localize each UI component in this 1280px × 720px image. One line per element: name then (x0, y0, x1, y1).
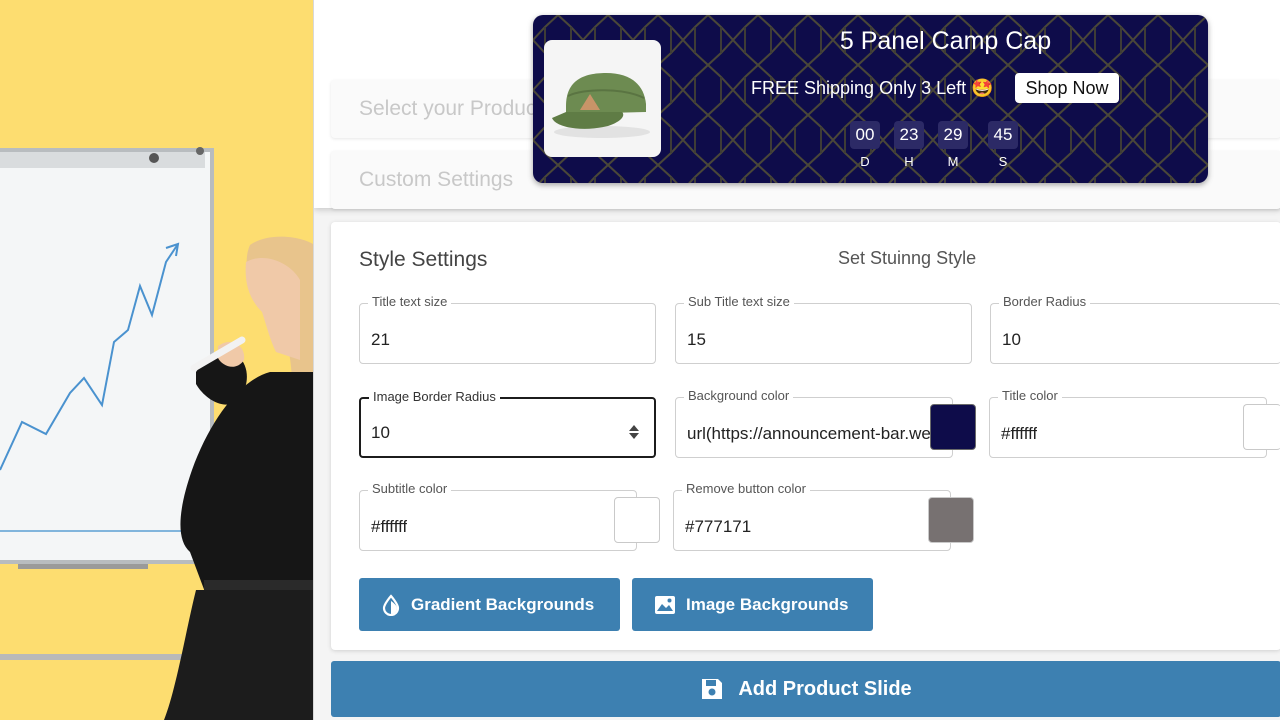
timer-hours-value: 23 (894, 121, 924, 149)
preview-subtitle: FREE Shipping Only 3 Left 🤩 (751, 78, 994, 98)
preview-card: Select your Product Custom Settings 5 Pa… (314, 0, 1280, 209)
add-product-slide-label: Add Product Slide (738, 677, 912, 700)
shop-now-button[interactable]: Shop Now (1015, 73, 1119, 103)
add-product-slide-button[interactable]: Add Product Slide (331, 661, 1280, 717)
gradient-backgrounds-label: Gradient Backgrounds (411, 594, 595, 614)
subtitle-text-size-field[interactable]: Sub Title text size 15 (675, 294, 972, 364)
woman-at-whiteboard-image (0, 147, 313, 720)
title-color-field[interactable]: Title color #ffffff (989, 388, 1267, 458)
image-icon (654, 595, 676, 615)
preview-title: 5 Panel Camp Cap (839, 27, 1052, 55)
title-color-label: Title color (998, 388, 1062, 403)
style-settings-subheading: Set Stuinng Style (838, 248, 977, 268)
timer-seconds-label: S (998, 154, 1008, 169)
stepper-arrows-icon[interactable] (628, 424, 640, 440)
select-product-label: Select your Product (359, 97, 543, 120)
remove-button-color-label: Remove button color (682, 481, 810, 496)
border-radius-field[interactable]: Border Radius 10 (990, 294, 1280, 364)
gradient-backgrounds-button[interactable]: Gradient Backgrounds (359, 578, 620, 631)
background-color-field[interactable]: Background color url(https://announcemen… (675, 388, 953, 458)
title-color-swatch[interactable] (1243, 404, 1280, 450)
floppy-disk-icon (700, 677, 724, 701)
droplet-icon (381, 593, 401, 616)
timer-days-value: 00 (850, 121, 880, 149)
style-settings-heading: Style Settings (359, 248, 488, 271)
title-text-size-field[interactable]: Title text size 21 (359, 294, 656, 364)
style-settings-card: Style Settings Set Stuinng Style Title t… (331, 222, 1280, 650)
camp-cap-image (552, 73, 650, 138)
remove-button-color-field[interactable]: Remove button color #777171 (673, 481, 951, 551)
subtitle-text-size-label: Sub Title text size (684, 294, 794, 309)
subtitle-color-swatch[interactable] (614, 497, 660, 543)
timer-minutes-value: 29 (938, 121, 968, 149)
image-backgrounds-button[interactable]: Image Backgrounds (632, 578, 873, 631)
background-color-swatch[interactable] (930, 404, 976, 450)
app-panel: Select your Product Custom Settings 5 Pa… (313, 0, 1280, 720)
custom-settings-label: Custom Settings (359, 168, 514, 191)
subtitle-color-label: Subtitle color (368, 481, 452, 496)
image-border-radius-field[interactable]: Image Border Radius 10 (359, 389, 656, 458)
background-color-label: Background color (684, 388, 794, 403)
title-color-value: #ffffff (1001, 424, 1038, 443)
image-border-radius-value: 10 (371, 423, 390, 442)
timer-hours-label: H (904, 154, 914, 169)
background-color-value: url(https://announcement-bar.webpro (687, 424, 933, 443)
title-text-size-value: 21 (371, 330, 390, 349)
title-text-size-label: Title text size (368, 294, 452, 309)
subtitle-color-value: #ffffff (371, 517, 408, 536)
remove-button-color-swatch[interactable] (928, 497, 974, 543)
remove-button-color-value: #777171 (685, 517, 752, 536)
product-image (544, 40, 661, 157)
timer-seconds-value: 45 (988, 121, 1018, 149)
timer-minutes-label: M (947, 154, 959, 169)
timer-days-label: D (860, 154, 870, 169)
image-border-radius-label: Image Border Radius (369, 389, 500, 404)
border-radius-value: 10 (1002, 330, 1021, 349)
subtitle-text-size-value: 15 (687, 330, 706, 349)
announcement-bar-preview: 5 Panel Camp Cap FREE Shipping Only 3 Le… (533, 15, 1208, 183)
promo-illustration (0, 0, 313, 720)
border-radius-label: Border Radius (999, 294, 1091, 309)
subtitle-color-field[interactable]: Subtitle color #ffffff (359, 481, 637, 551)
image-backgrounds-label: Image Backgrounds (686, 594, 849, 614)
